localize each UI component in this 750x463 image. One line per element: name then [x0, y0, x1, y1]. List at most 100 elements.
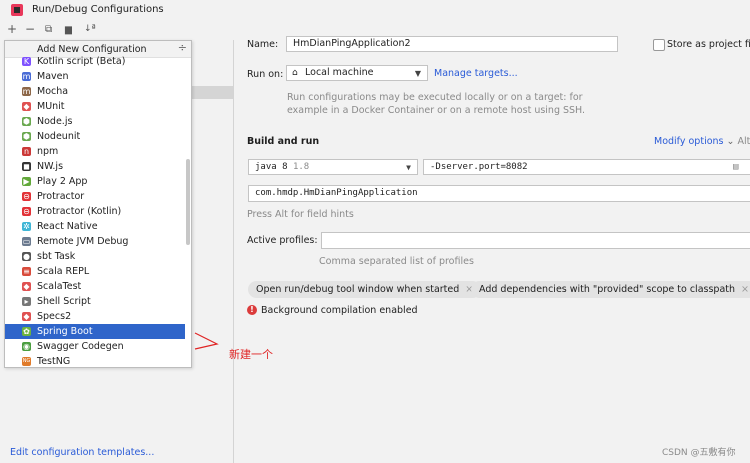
config-type-item[interactable]: ≡ Scala REPL [5, 264, 185, 279]
config-type-label: Scala REPL [37, 266, 90, 277]
nwjs-icon: ◼ [22, 162, 31, 171]
munit-icon: ◆ [22, 102, 31, 111]
active-profiles-field[interactable] [321, 232, 750, 249]
config-type-label: Nodeunit [37, 131, 81, 142]
config-type-item[interactable]: ▭ Remote JVM Debug [5, 234, 185, 249]
config-type-item[interactable]: ⊖ Protractor (Kotlin) [5, 204, 185, 219]
config-type-item[interactable]: n npm [5, 144, 185, 159]
open-tool-window-chip[interactable]: Open run/debug tool window when started × [248, 281, 482, 298]
config-type-label: TestNG [37, 356, 71, 367]
config-type-item[interactable]: NG TestNG [5, 354, 185, 369]
config-type-label: Maven [37, 71, 69, 82]
edit-configuration-templates-link[interactable]: Edit configuration templates... [10, 447, 154, 458]
modify-options-label: Modify options [654, 136, 724, 147]
nodeunit-icon: ⬢ [22, 132, 31, 141]
config-type-item[interactable]: ✲ React Native [5, 219, 185, 234]
specs2-icon: ◆ [22, 312, 31, 321]
config-type-label: npm [37, 146, 59, 157]
jdk-value: java 8 [255, 162, 288, 172]
config-type-item[interactable]: ◆ ScalaTest [5, 279, 185, 294]
play-icon: ▶ [22, 177, 31, 186]
config-type-item[interactable]: ⬢ Nodeunit [5, 129, 185, 144]
build-and-run-heading: Build and run [247, 136, 320, 147]
jdk-version: 1.8 [292, 162, 310, 172]
config-type-item[interactable]: ▶ Play 2 App [5, 174, 185, 189]
chevron-down-icon: ▼ [406, 163, 411, 172]
run-on-select[interactable]: ⌂ Local machine ▼ [286, 65, 428, 81]
config-type-label: Protractor (Kotlin) [37, 206, 122, 217]
expand-icon[interactable]: ▤ [733, 160, 738, 174]
config-type-item[interactable]: ◆ Specs2 [5, 309, 185, 324]
config-type-label: Kotlin script (Beta) [37, 56, 126, 67]
name-field[interactable]: HmDianPingApplication2 [286, 36, 618, 52]
vm-options-field[interactable]: -Dserver.port=8082 ▤ [423, 159, 750, 175]
config-type-label: Node.js [37, 116, 73, 127]
config-type-label: NW.js [37, 161, 64, 172]
config-type-item[interactable]: ◼ NW.js [5, 159, 185, 174]
config-type-label: Swagger Codegen [37, 341, 124, 352]
config-toolbar: + − ⧉ ▆ ↓ª [0, 20, 233, 40]
annotation-text: 新建一个 [229, 348, 273, 361]
config-type-label: Specs2 [37, 311, 72, 322]
tree-selected-row[interactable] [190, 86, 233, 99]
modify-options-link[interactable]: Modify options ⌄ Alt+M [654, 136, 750, 147]
title-bar: Run/Debug Configurations [0, 0, 750, 20]
react-icon: ✲ [22, 222, 31, 231]
config-type-item[interactable]: m Maven [5, 69, 185, 84]
config-type-label: Mocha [37, 86, 69, 97]
chip-label: Add dependencies with "provided" scope t… [479, 284, 736, 295]
protractor-kotlin-icon: ⊖ [22, 207, 31, 216]
config-type-item[interactable]: ▸ Shell Script [5, 294, 185, 309]
popup-scrollbar[interactable] [186, 159, 190, 245]
sbt-icon: ● [22, 252, 31, 261]
annotation-arrow-stroke [194, 332, 219, 350]
config-type-item[interactable]: ✿ Spring Boot [5, 324, 185, 339]
config-type-item[interactable]: ⊖ Protractor [5, 189, 185, 204]
protractor-icon: ⊖ [22, 192, 31, 201]
config-type-item[interactable]: ⬢ Node.js [5, 114, 185, 129]
chevron-down-icon: ▼ [414, 69, 421, 78]
folder-icon[interactable]: ▆ [65, 25, 72, 35]
npm-icon: n [22, 147, 31, 156]
chevron-down-icon: ⌄ [726, 136, 735, 147]
jdk-select[interactable]: java 8 1.8 ▼ [248, 159, 418, 175]
provided-scope-chip[interactable]: Add dependencies with "provided" scope t… [471, 281, 750, 298]
config-type-label: Spring Boot [37, 326, 93, 337]
chip-label: Open run/debug tool window when started [256, 284, 460, 295]
config-type-item[interactable]: ● sbt Task [5, 249, 185, 264]
config-type-item[interactable]: m Mocha [5, 84, 185, 99]
main-class-field[interactable]: com.hmdp.HmDianPingApplication [248, 185, 750, 202]
modify-options-shortcut: Alt+M [737, 136, 750, 147]
configuration-form: Name: HmDianPingApplication2 Store as pr… [234, 20, 750, 463]
run-on-hint-line-2: example in a Docker Container or on a re… [287, 105, 586, 116]
spring-boot-icon: ✿ [22, 327, 31, 336]
run-on-label: Run on: [247, 69, 284, 80]
intellij-app-icon [11, 4, 23, 16]
config-type-item[interactable]: K Kotlin script (Beta) [5, 54, 185, 69]
sort-icon[interactable]: ↓ª [84, 24, 96, 34]
error-icon: ! [247, 305, 257, 315]
store-as-project-file-checkbox[interactable] [653, 39, 665, 51]
config-type-label: React Native [37, 221, 98, 232]
profiles-hint: Comma separated list of profiles [319, 256, 474, 267]
remote-debug-icon: ▭ [22, 237, 31, 246]
add-new-configuration-popup: Add New Configuration ÷ K Kotlin script (… [4, 40, 192, 368]
close-icon[interactable]: × [741, 284, 749, 295]
active-profiles-label: Active profiles: [247, 235, 318, 246]
config-type-item[interactable]: ◉ Swagger Codegen [5, 339, 185, 354]
manage-targets-link[interactable]: Manage targets... [434, 68, 518, 79]
config-type-item[interactable]: ◆ MUnit [5, 99, 185, 114]
copy-icon[interactable]: ⧉ [45, 24, 52, 35]
config-type-label: MUnit [37, 101, 65, 112]
watermark: CSDN @五敷有你 [662, 448, 736, 458]
add-icon[interactable]: + [7, 22, 17, 36]
collapse-icon[interactable]: ÷ [178, 41, 187, 54]
background-compilation-text: Background compilation enabled [261, 305, 418, 316]
kotlin-icon: K [22, 57, 31, 66]
config-type-label: Protractor [37, 191, 85, 202]
home-icon: ⌂ [292, 68, 298, 78]
nodejs-icon: ⬢ [22, 117, 31, 126]
config-type-label: sbt Task [37, 251, 76, 262]
shell-icon: ▸ [22, 297, 31, 306]
remove-icon[interactable]: − [25, 22, 35, 36]
